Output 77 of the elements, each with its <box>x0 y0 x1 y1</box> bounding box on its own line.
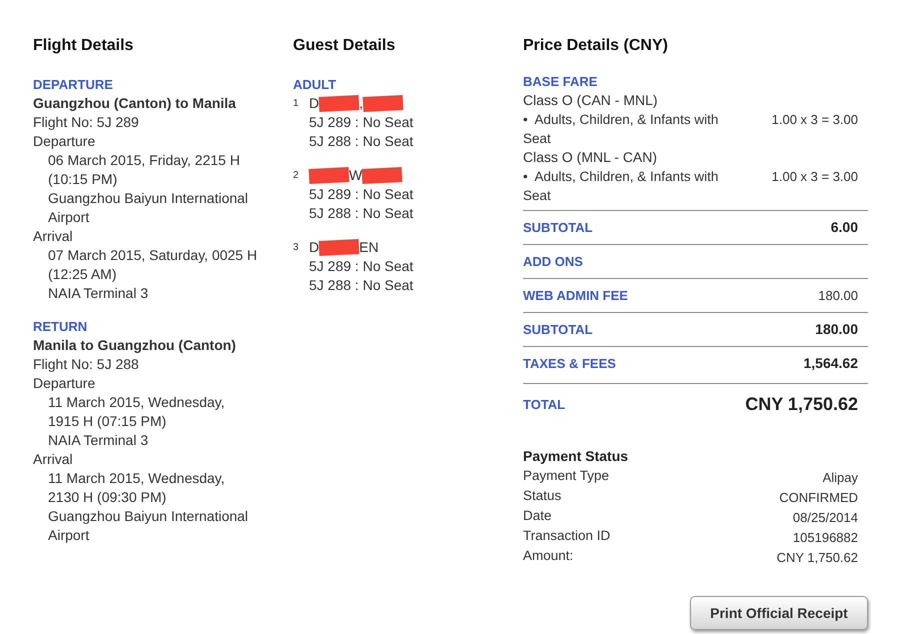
seat-info: 5J 288 : No Seat <box>308 276 414 295</box>
redaction-mark <box>362 166 403 184</box>
price-label: SUBTOTAL <box>523 218 593 236</box>
route-title: Guangzhou (Canton) to Manila <box>33 94 237 113</box>
detail-text: 07 March 2015, Saturday, 0025 H <box>47 246 258 265</box>
price-value: 180.00 <box>815 320 858 339</box>
payment-value: CONFIRMED <box>779 489 858 506</box>
price-value: CNY 1,750.62 <box>745 395 858 414</box>
detail-text: Airport <box>47 208 90 227</box>
seat-info: 5J 289 : No Seat <box>308 257 414 276</box>
payment-value: 08/25/2014 <box>792 509 858 526</box>
section-title: Guest Details <box>293 36 396 56</box>
payment-value: CNY 1,750.62 <box>776 549 858 566</box>
fare-amount: 1.00 x 3 = 3.00 <box>772 111 858 129</box>
payment-label: Date <box>523 507 552 525</box>
price-value: 6.00 <box>830 218 858 237</box>
detail-text: NAIA Terminal 3 <box>47 431 150 450</box>
section-title: Payment Status <box>523 447 630 466</box>
payment-value: Alipay <box>822 469 858 486</box>
field-label: Arrival <box>33 227 74 246</box>
field-label: Departure <box>33 374 96 393</box>
section-title: Price Details (CNY) <box>523 36 669 56</box>
section-title: Flight Details <box>33 36 134 56</box>
detail-text: 2130 H (09:30 PM) <box>47 488 168 507</box>
guest-number: 1 <box>293 97 300 111</box>
price-label: TAXES & FEES <box>523 354 616 372</box>
guest-name: W <box>349 166 362 185</box>
payment-label: Transaction ID <box>523 527 610 545</box>
guest-name: D <box>309 238 320 257</box>
seat-info: 5J 288 : No Seat <box>308 132 414 151</box>
price-label: WEB ADMIN FEE <box>523 286 628 304</box>
detail-text: 06 March 2015, Friday, 2215 H <box>47 151 241 170</box>
field-label: Departure <box>33 132 96 151</box>
fare-class: Class O (CAN - MNL) <box>523 91 659 110</box>
detail-text: Guangzhou Baiyun International <box>47 507 250 526</box>
price-value: 1,564.62 <box>804 354 858 373</box>
payment-value: 105196882 <box>792 529 858 546</box>
payment-label: Amount: <box>523 547 574 565</box>
detail-text: 11 March 2015, Wednesday, <box>47 469 226 488</box>
redaction-mark <box>318 94 360 112</box>
detail-text: Guangzhou Baiyun International <box>47 189 250 208</box>
fare-item: • Adults, Children, & Infants with Seat <box>523 168 720 205</box>
fare-item: • Adults, Children, & Infants with Seat <box>523 111 720 148</box>
detail-text: (10:15 PM) <box>47 170 118 189</box>
guest-name: D <box>309 94 320 113</box>
field-label: Arrival <box>33 450 74 469</box>
flight-number: Flight No: 5J 289 <box>33 113 140 132</box>
detail-text: (12:25 AM) <box>47 265 118 284</box>
payment-label: Payment Type <box>523 467 610 485</box>
price-label: TOTAL <box>523 396 566 414</box>
print-receipt-button[interactable]: Print Official Receipt <box>690 596 868 630</box>
price-label: ADD ONS <box>523 252 583 270</box>
fare-amount: 1.00 x 3 = 3.00 <box>772 168 858 186</box>
section-label: RETURN <box>33 318 88 336</box>
price-value: 180.00 <box>818 287 858 305</box>
seat-info: 5J 289 : No Seat <box>308 113 414 132</box>
guest-number: 3 <box>293 241 300 255</box>
payment-label: Status <box>523 487 562 505</box>
guest-number: 2 <box>293 169 300 183</box>
guest-name: EN <box>359 238 379 257</box>
redaction-mark <box>308 166 350 184</box>
detail-text: Airport <box>47 526 90 545</box>
redaction-mark <box>318 238 360 256</box>
guest-name: , <box>359 94 364 113</box>
flight-number: Flight No: 5J 288 <box>33 355 140 374</box>
seat-info: 5J 289 : No Seat <box>308 185 414 204</box>
seat-info: 5J 288 : No Seat <box>308 204 414 223</box>
section-label: DEPARTURE <box>33 76 114 94</box>
section-label: ADULT <box>293 76 338 94</box>
section-label: BASE FARE <box>523 73 598 91</box>
detail-text: 1915 H (07:15 PM) <box>47 412 168 431</box>
detail-text: 11 March 2015, Wednesday, <box>47 393 226 412</box>
redaction-mark <box>362 94 404 112</box>
price-label: SUBTOTAL <box>523 320 593 338</box>
detail-text: NAIA Terminal 3 <box>47 284 150 303</box>
fare-class: Class O (MNL - CAN) <box>523 148 658 167</box>
route-title: Manila to Guangzhou (Canton) <box>33 336 237 355</box>
